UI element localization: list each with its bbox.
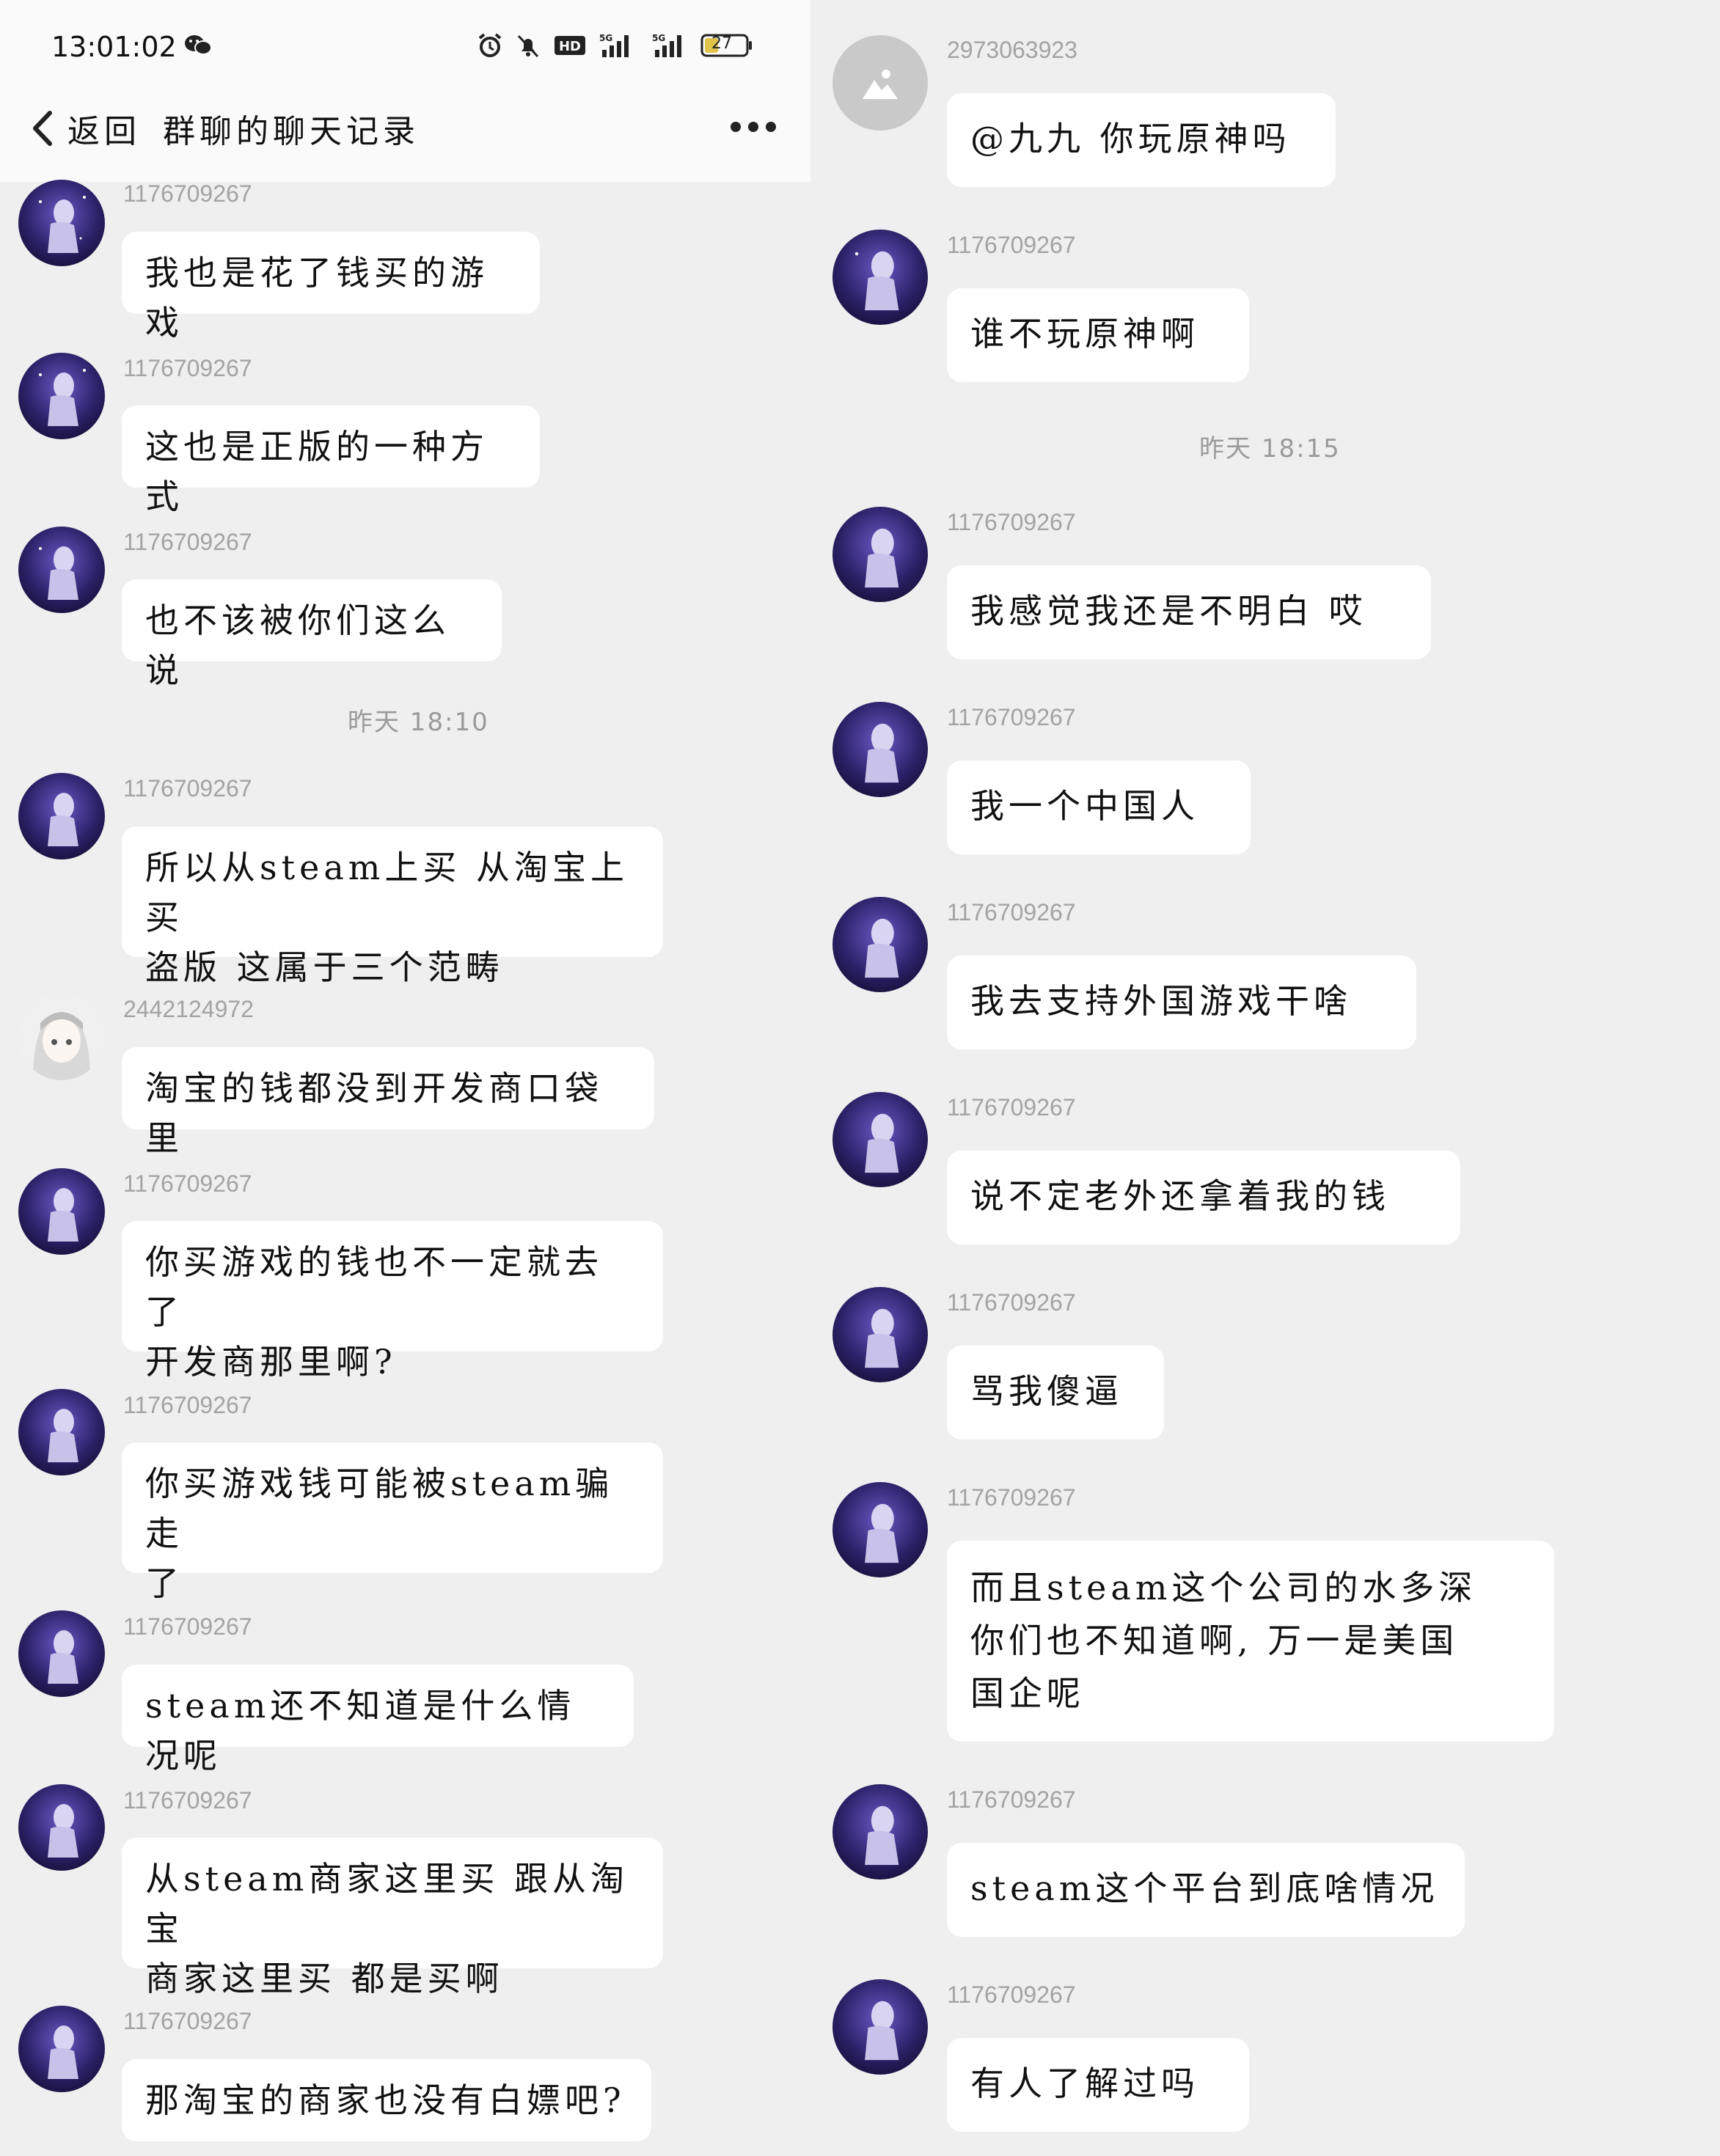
sender-id: 1176709267	[947, 509, 1076, 535]
image-placeholder-icon	[863, 70, 898, 99]
sender-id: 1176709267	[947, 1289, 1076, 1316]
avatar[interactable]	[832, 1979, 928, 2075]
time-divider: 昨天 18:10	[348, 708, 489, 737]
avatar[interactable]	[18, 1610, 105, 1697]
nav-title[interactable]: 返回 群聊的聊天记录	[67, 105, 420, 152]
message-bubble[interactable]: 骂我傻逼	[947, 1346, 1164, 1440]
back-chevron-icon[interactable]	[29, 109, 56, 148]
time-divider: 昨天 18:15	[1199, 434, 1341, 463]
avatar[interactable]	[18, 773, 105, 859]
message-bubble[interactable]: 我一个中国人	[947, 760, 1251, 854]
sender-id: 1176709267	[947, 232, 1076, 258]
svg-text:5G: 5G	[599, 33, 612, 43]
message-bubble[interactable]: 我感觉我还是不明白 哎	[947, 565, 1431, 659]
left-chat-panel: 13:01:02 HD 5G 5G 27 返回 群聊的聊天记录 11767092…	[0, 0, 810, 2156]
message-bubble[interactable]: @九九 你玩原神吗	[947, 93, 1336, 187]
message-bubble[interactable]: 我也是花了钱买的游戏	[122, 232, 540, 342]
sender-id: 1176709267	[123, 1392, 252, 1418]
avatar[interactable]	[832, 507, 928, 602]
message-bubble[interactable]: 那淘宝的商家也没有白嫖吧?	[122, 2059, 651, 2141]
svg-text:5G: 5G	[652, 33, 665, 43]
message-bubble[interactable]: 也不该被你们这么说	[122, 579, 502, 690]
right-chat-panel: 2973063923 @九九 你玩原神吗 1176709267 谁不玩原神啊 昨…	[810, 0, 1720, 2156]
signal-5g-icon: 5G	[651, 32, 691, 59]
avatar[interactable]	[832, 1287, 928, 1382]
sender-id: 1176709267	[947, 1786, 1076, 1813]
sender-id: 1176709267	[123, 2008, 252, 2034]
mute-icon	[513, 32, 543, 59]
sender-id: 1176709267	[947, 1981, 1076, 2008]
more-dots-icon[interactable]	[731, 116, 782, 138]
message-bubble[interactable]: 而且steam这个公司的水多深 你们也不知道啊, 万一是美国 国企呢	[947, 1541, 1554, 1742]
sender-id: 1176709267	[123, 180, 252, 207]
sender-id: 1176709267	[947, 1484, 1076, 1511]
sender-id: 1176709267	[947, 1094, 1076, 1121]
avatar[interactable]	[18, 1784, 105, 1871]
wechat-icon	[182, 32, 214, 59]
message-bubble[interactable]: 淘宝的钱都没到开发商口袋里	[122, 1047, 654, 1158]
status-time: 13:01:02	[51, 31, 177, 63]
back-label[interactable]: 返回	[67, 113, 141, 150]
avatar[interactable]	[18, 180, 105, 266]
message-bubble[interactable]: 有人了解过吗	[947, 2038, 1249, 2132]
alarm-icon	[475, 32, 505, 59]
sender-id: 2442124972	[123, 996, 254, 1022]
avatar[interactable]	[18, 1389, 105, 1475]
battery-level: 27	[711, 34, 732, 53]
message-bubble[interactable]: 谁不玩原神啊	[947, 288, 1249, 382]
message-bubble[interactable]: steam还不知道是什么情况呢	[122, 1665, 634, 1775]
message-bubble[interactable]: 我去支持外国游戏干啥	[947, 956, 1416, 1049]
avatar[interactable]	[832, 1784, 928, 1880]
sender-id: 1176709267	[123, 355, 252, 381]
avatar[interactable]	[18, 1168, 105, 1255]
message-bubble[interactable]: 你买游戏钱可能被steam骗走 了	[122, 1442, 663, 1603]
avatar[interactable]	[832, 230, 928, 325]
sender-id: 1176709267	[123, 1170, 252, 1197]
message-bubble[interactable]: 从steam商家这里买 跟从淘宝 商家这里买 都是买啊	[122, 1838, 663, 1998]
avatar[interactable]	[18, 994, 105, 1080]
avatar[interactable]	[18, 2006, 105, 2092]
sender-id: 1176709267	[123, 1787, 252, 1814]
avatar[interactable]	[832, 1092, 928, 1187]
sender-id: 1176709267	[123, 529, 252, 555]
sender-id: 1176709267	[123, 1613, 252, 1640]
sender-id: 1176709267	[947, 704, 1076, 730]
avatar[interactable]	[832, 702, 928, 797]
signal-5g-icon: 5G	[599, 32, 638, 59]
message-bubble[interactable]: 你买游戏的钱也不一定就去了 开发商那里啊?	[122, 1221, 663, 1382]
sender-id: 1176709267	[123, 775, 252, 802]
sender-id: 1176709267	[947, 899, 1076, 925]
sender-id: 2973063923	[947, 37, 1077, 63]
avatar[interactable]	[832, 35, 928, 131]
message-bubble[interactable]: 这也是正版的一种方式	[122, 406, 540, 516]
message-bubble[interactable]: steam这个平台到底啥情况	[947, 1843, 1465, 1937]
message-bubble[interactable]: 所以从steam上买 从淘宝上买 盗版 这属于三个范畴	[122, 826, 663, 987]
svg-text:HD: HD	[559, 39, 581, 54]
battery-icon: 27	[700, 32, 754, 59]
hd-icon: HD	[553, 32, 587, 59]
message-bubble[interactable]: 说不定老外还拿着我的钱	[947, 1151, 1460, 1244]
avatar[interactable]	[18, 527, 105, 613]
avatar[interactable]	[832, 897, 928, 992]
avatar[interactable]	[18, 353, 105, 439]
page-title: 群聊的聊天记录	[163, 113, 420, 150]
avatar[interactable]	[832, 1482, 928, 1577]
